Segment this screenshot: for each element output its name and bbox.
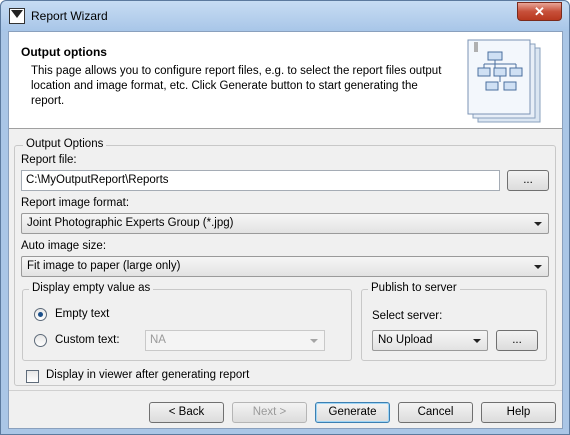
wizard-body: Output options This page allows you to c…: [8, 31, 563, 429]
empty-text-label[interactable]: Empty text: [55, 308, 109, 320]
output-options-group: Output Options Report file: C:\MyOutputR…: [14, 138, 556, 386]
empty-value-group: Display empty value as Empty text Custom…: [22, 282, 352, 361]
display-in-viewer-label[interactable]: Display in viewer after generating repor…: [46, 369, 249, 381]
close-icon: ✕: [534, 4, 545, 19]
display-in-viewer-checkbox[interactable]: [26, 370, 39, 383]
chevron-down-icon: [534, 222, 542, 226]
app-logo-icon: [9, 8, 25, 24]
next-label: Next >: [252, 406, 287, 418]
window-title: Report Wizard: [31, 9, 108, 23]
cancel-button[interactable]: Cancel: [398, 402, 473, 423]
browse-label: ...: [512, 334, 522, 346]
server-select[interactable]: No Upload: [372, 330, 488, 351]
auto-size-value: Fit image to paper (large only): [27, 260, 181, 272]
generate-label: Generate: [328, 406, 377, 418]
footer-divider: [9, 390, 562, 391]
custom-text-label[interactable]: Custom text:: [55, 334, 120, 346]
auto-size-label: Auto image size:: [21, 240, 107, 252]
auto-size-select[interactable]: Fit image to paper (large only): [21, 256, 549, 277]
title-bar[interactable]: Report Wizard ✕: [1, 1, 569, 31]
browse-server-button[interactable]: ...: [496, 330, 538, 351]
help-button[interactable]: Help: [481, 402, 556, 423]
chevron-down-icon: [534, 265, 542, 269]
help-label: Help: [506, 406, 531, 418]
report-document-icon: [464, 38, 548, 128]
close-button[interactable]: ✕: [517, 2, 562, 21]
chevron-down-icon: [310, 339, 318, 343]
empty-text-radio[interactable]: [34, 308, 47, 321]
browse-label: ...: [523, 174, 533, 186]
back-button[interactable]: < Back: [149, 402, 224, 423]
cancel-label: Cancel: [417, 406, 454, 418]
chevron-down-icon: [473, 339, 481, 343]
custom-text-value: NA: [150, 334, 166, 346]
next-button[interactable]: Next >: [232, 402, 307, 423]
wizard-header: Output options This page allows you to c…: [9, 32, 562, 129]
browse-report-file-button[interactable]: ...: [507, 170, 549, 191]
report-file-input[interactable]: C:\MyOutputReport\Reports: [21, 170, 500, 191]
image-format-value: Joint Photographic Experts Group (*.jpg): [27, 217, 234, 229]
custom-text-select: NA: [145, 330, 325, 351]
generate-button[interactable]: Generate: [315, 402, 390, 423]
report-file-value: C:\MyOutputReport\Reports: [26, 174, 169, 186]
report-wizard-window: Report Wizard ✕ Output options This page…: [0, 0, 570, 435]
publish-legend: Publish to server: [368, 282, 460, 294]
report-file-label: Report file:: [21, 154, 77, 166]
server-value: No Upload: [378, 334, 433, 346]
image-format-select[interactable]: Joint Photographic Experts Group (*.jpg): [21, 213, 549, 234]
page-title: Output options: [21, 45, 107, 59]
page-description: This page allows you to configure report…: [31, 65, 442, 107]
empty-value-legend: Display empty value as: [29, 282, 154, 294]
radio-selected-dot: [38, 312, 43, 317]
select-server-label: Select server:: [372, 310, 443, 322]
publish-group: Publish to server Select server: No Uplo…: [361, 282, 547, 361]
back-label: < Back: [168, 406, 205, 418]
output-options-legend: Output Options: [23, 138, 107, 150]
custom-text-radio[interactable]: [34, 334, 47, 347]
image-format-label: Report image format:: [21, 197, 130, 209]
